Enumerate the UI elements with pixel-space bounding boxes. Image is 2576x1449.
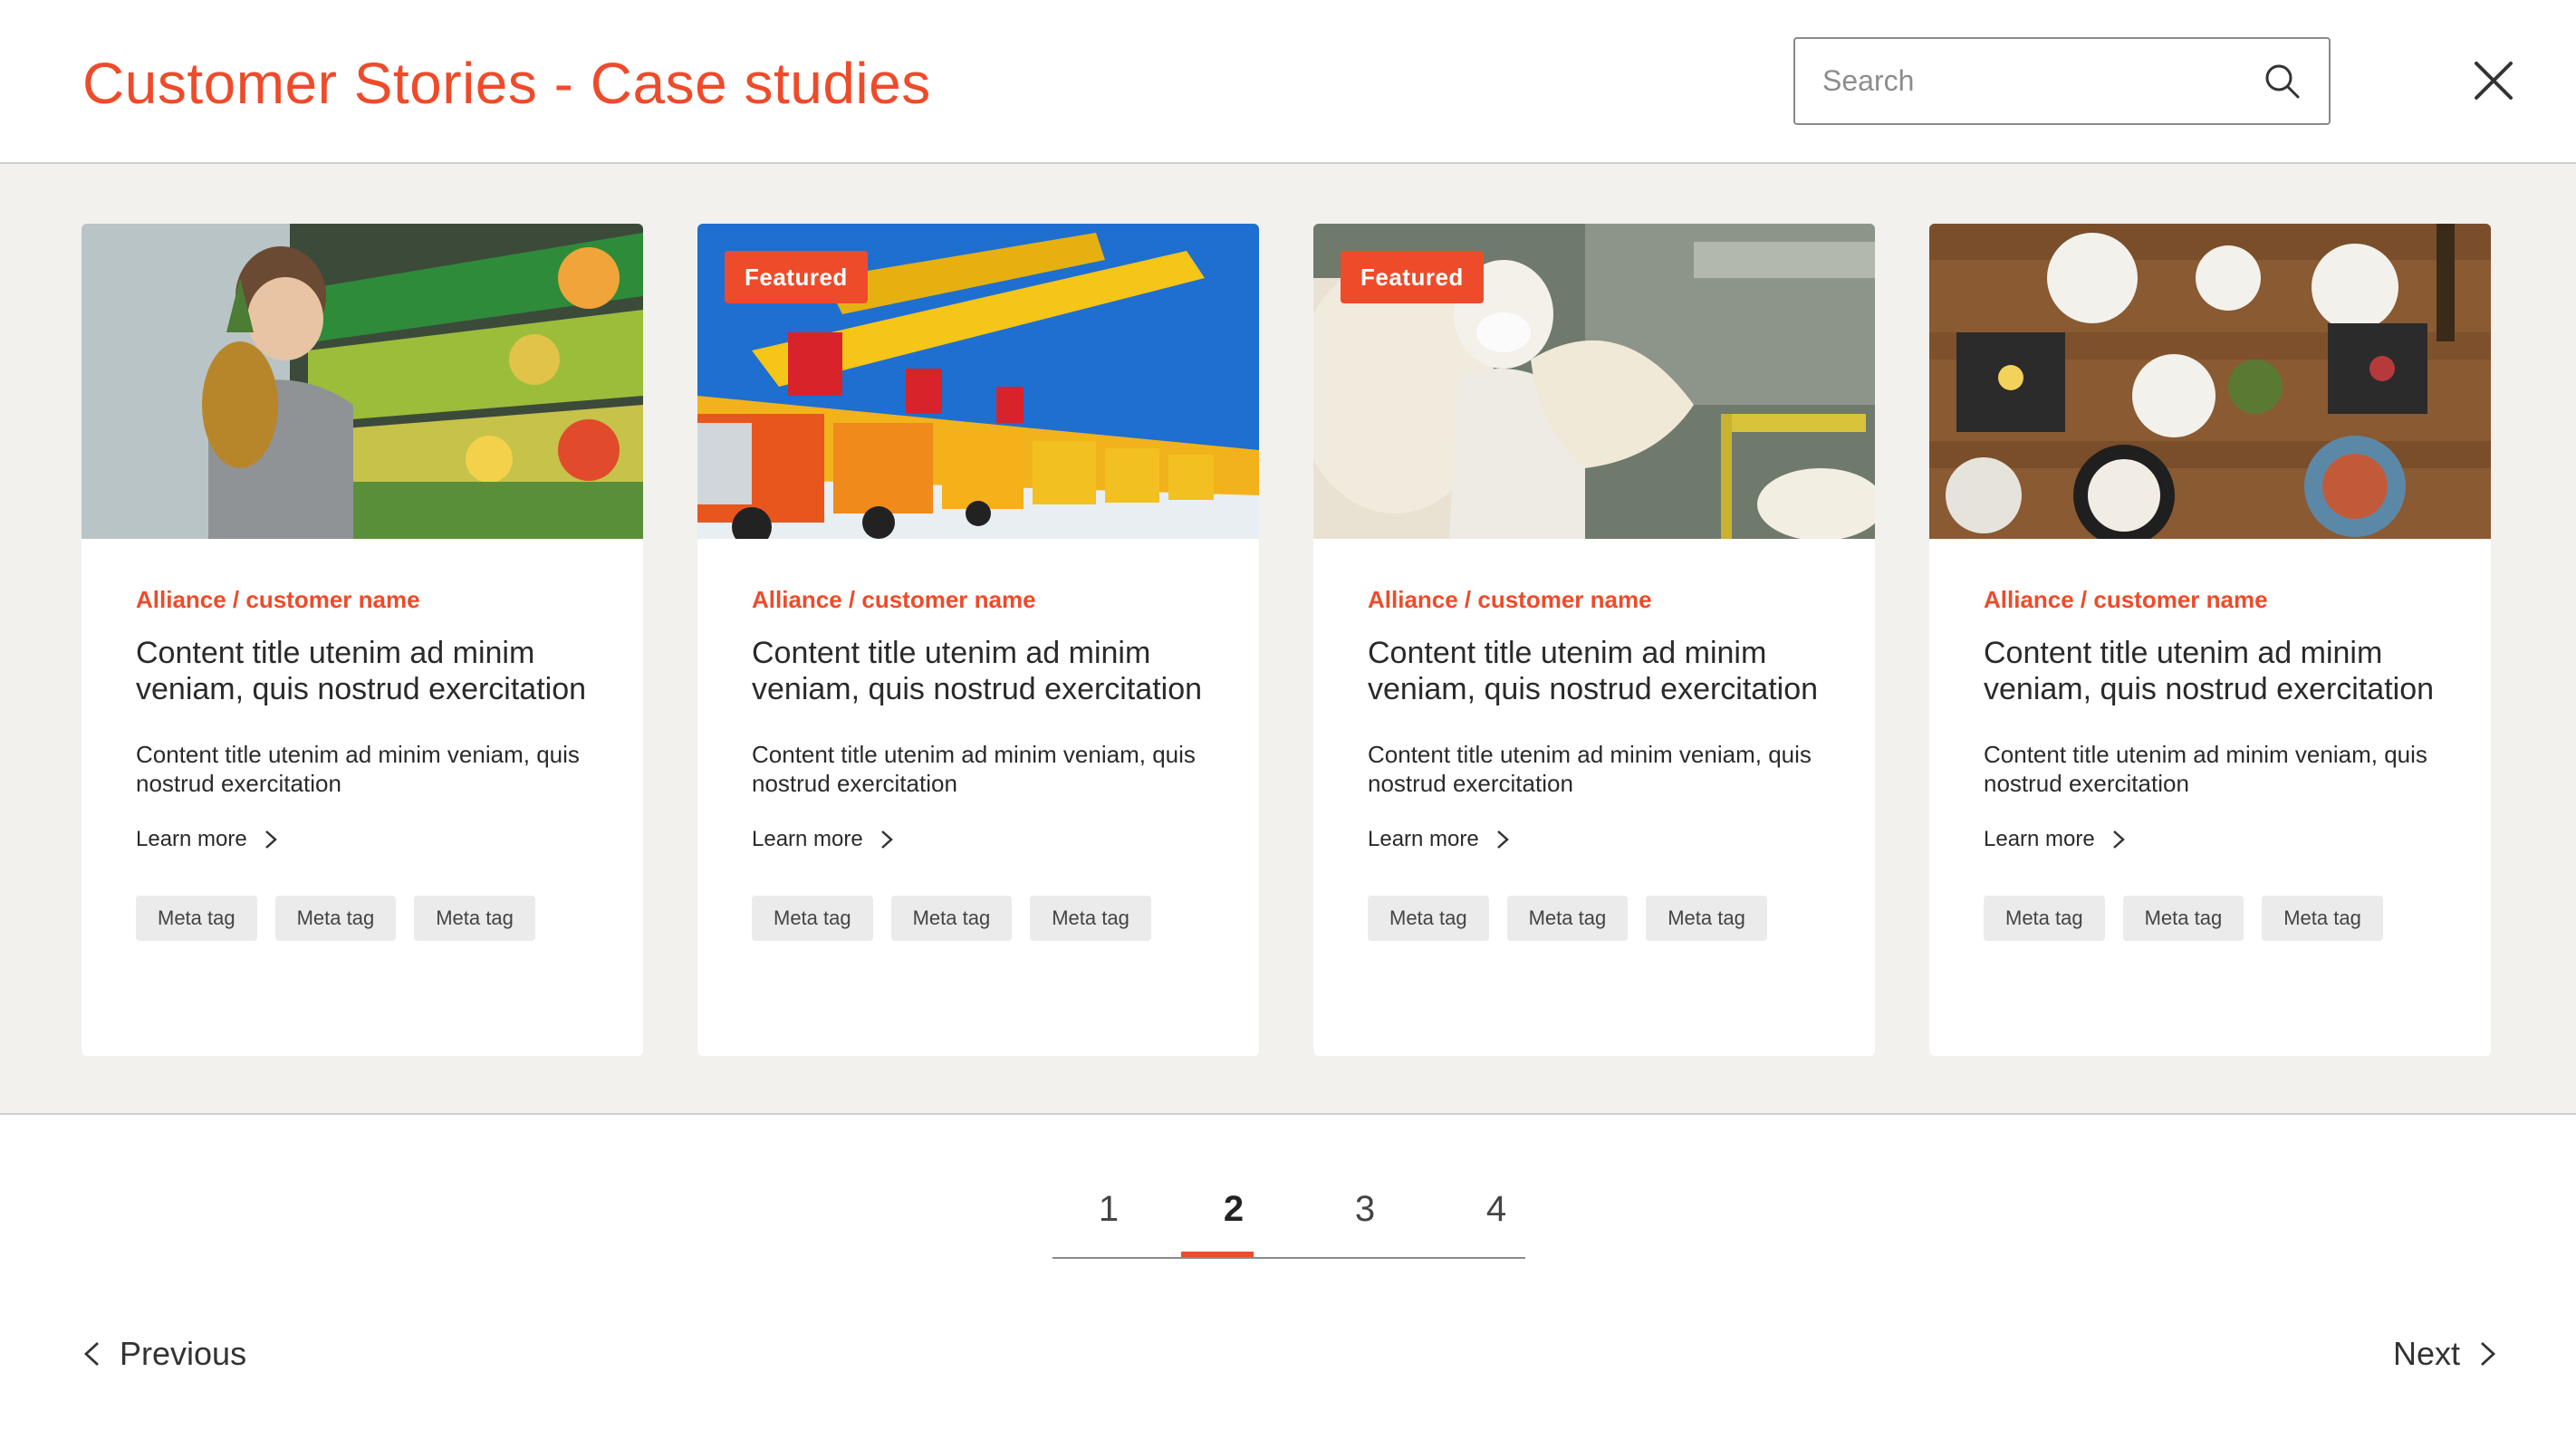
pagination: 1 2 3 4 [1053,1168,1525,1259]
close-icon[interactable] [2473,60,2514,101]
case-study-card[interactable]: Featured Alliance / customer name Conten… [1313,224,1875,1056]
case-study-card[interactable]: Alliance / customer name Content title u… [1929,224,2491,1056]
next-page-link[interactable]: Next [2393,1331,2498,1377]
meta-tag[interactable]: Meta tag [1368,896,1489,941]
card-image-wool-factory[interactable]: Featured [1313,224,1875,539]
meta-tag[interactable]: Meta tag [890,896,1013,941]
learn-more-link[interactable]: Learn more [136,827,607,852]
card-title[interactable]: Content title utenim ad minim veniam, qu… [136,635,607,707]
card-image-food-table[interactable] [1929,224,2491,539]
meta-tag[interactable]: Meta tag [136,896,257,941]
chevron-right-icon [2112,830,2125,849]
card-image-grocery[interactable] [82,224,643,539]
meta-tag[interactable]: Meta tag [1506,896,1629,941]
meta-tag[interactable]: Meta tag [1030,896,1151,941]
learn-more-link[interactable]: Learn more [1368,827,1839,852]
page-4-button[interactable]: 4 [1460,1186,1533,1232]
meta-tag-list: Meta tag Meta tag Meta tag [1984,896,2455,941]
active-page-indicator [1181,1252,1254,1257]
case-study-card[interactable]: Alliance / customer name Content title u… [82,224,643,1056]
meta-tag[interactable]: Meta tag [2122,896,2244,941]
card-title[interactable]: Content title utenim ad minim veniam, qu… [1984,635,2455,707]
featured-badge: Featured [1341,251,1484,303]
meta-tag[interactable]: Meta tag [752,896,873,941]
card-description: Content title utenim ad minim veniam, qu… [1368,741,1812,797]
card-description: Content title utenim ad minim veniam, qu… [1984,741,2427,797]
meta-tag[interactable]: Meta tag [414,896,535,941]
previous-page-link[interactable]: Previous [82,1331,246,1377]
case-study-card[interactable]: Featured Alliance / customer name Conten… [697,224,1259,1056]
card-title[interactable]: Content title utenim ad minim veniam, qu… [1368,635,1839,707]
learn-more-label: Learn more [1984,827,2095,851]
page-3-button[interactable]: 3 [1329,1186,1401,1232]
meta-tag-list: Meta tag Meta tag Meta tag [136,896,607,941]
meta-tag[interactable]: Meta tag [1984,896,2105,941]
card-customer-name: Alliance / customer name [136,586,420,613]
meta-tag[interactable]: Meta tag [274,896,397,941]
card-description: Content title utenim ad minim veniam, qu… [752,741,1196,797]
page-2-button[interactable]: 2 [1197,1186,1270,1232]
page-header: Customer Stories - Case studies [0,0,2576,164]
chevron-right-icon [880,830,893,849]
meta-tag[interactable]: Meta tag [1646,896,1767,941]
card-customer-name: Alliance / customer name [1984,586,2268,613]
chevron-right-icon [2481,1341,2496,1367]
learn-more-label: Learn more [136,827,247,851]
featured-badge: Featured [725,251,868,303]
chevron-left-icon [83,1341,99,1367]
card-description: Content title utenim ad minim veniam, qu… [136,741,580,797]
card-customer-name: Alliance / customer name [752,586,1036,613]
card-image-cranes[interactable]: Featured [697,224,1259,539]
next-label: Next [2392,1335,2460,1372]
meta-tag[interactable]: Meta tag [2262,896,2383,941]
meta-tag-list: Meta tag Meta tag Meta tag [752,896,1223,941]
learn-more-link[interactable]: Learn more [752,827,1223,852]
search-icon[interactable] [2264,62,2302,101]
page-1-button[interactable]: 1 [1072,1186,1145,1232]
learn-more-label: Learn more [1368,827,1479,851]
card-customer-name: Alliance / customer name [1368,586,1652,613]
case-study-gallery: Alliance / customer name Content title u… [0,164,2576,1115]
meta-tag-list: Meta tag Meta tag Meta tag [1368,896,1839,941]
search-input[interactable] [1822,39,2248,123]
learn-more-label: Learn more [752,827,863,851]
card-title[interactable]: Content title utenim ad minim veniam, qu… [752,635,1223,707]
page-title: Customer Stories - Case studies [82,51,931,116]
search-box[interactable] [1793,37,2331,125]
previous-label: Previous [120,1335,247,1372]
learn-more-link[interactable]: Learn more [1984,827,2455,852]
chevron-right-icon [1496,830,1509,849]
chevron-right-icon [264,830,277,849]
